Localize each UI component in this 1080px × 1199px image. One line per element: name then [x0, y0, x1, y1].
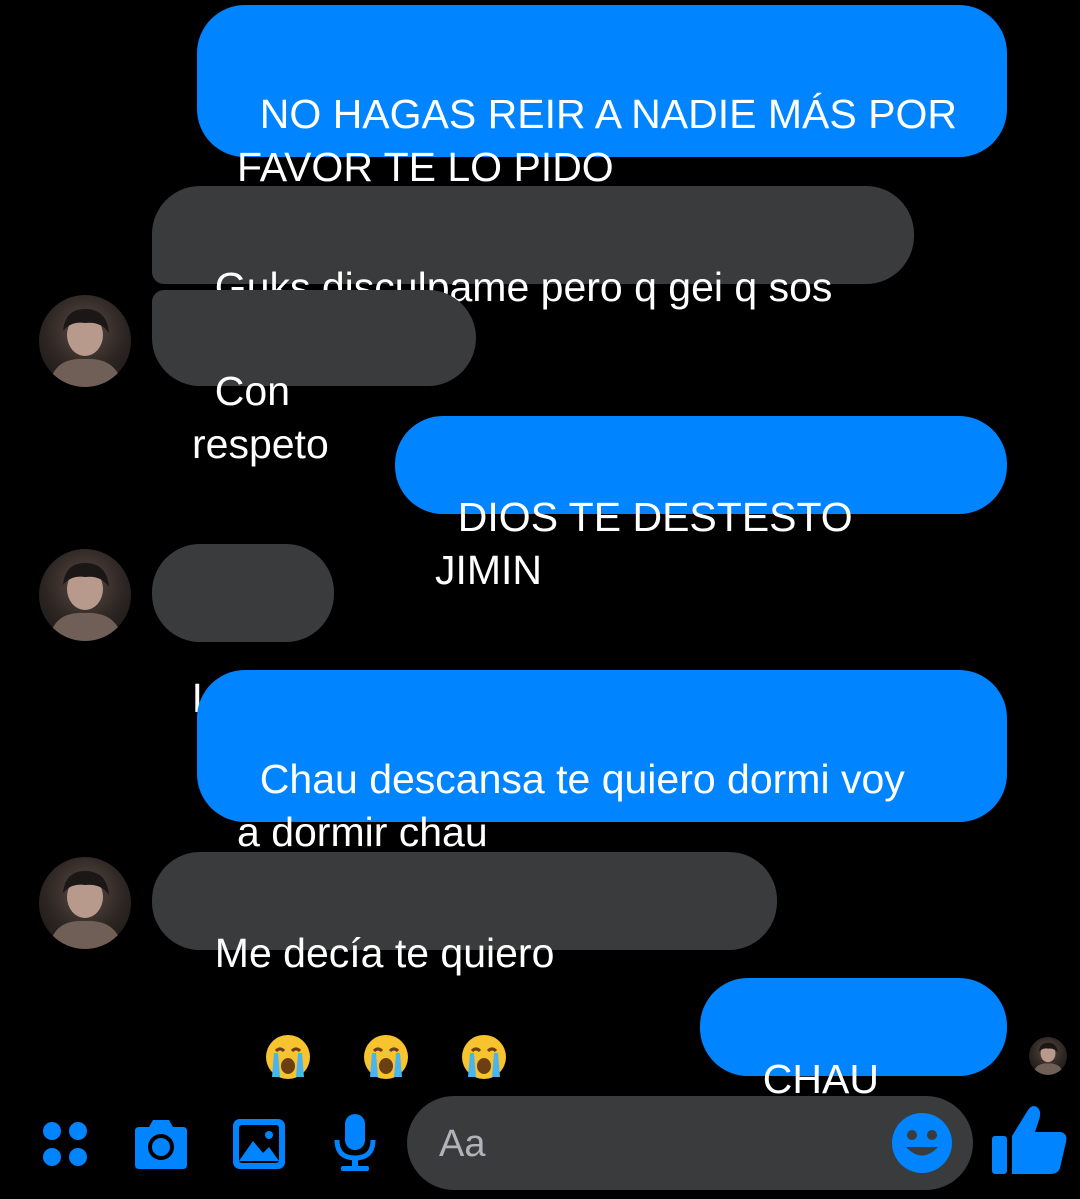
thumbs-up-icon[interactable]: [990, 1102, 1068, 1181]
message-text: Con respeto: [192, 368, 329, 467]
avatar-photo: [1033, 1042, 1064, 1075]
camera-icon[interactable]: [131, 1117, 191, 1176]
message-bubble-received[interactable]: Con respeto: [152, 290, 476, 467]
avatar-photo: [49, 309, 123, 387]
message-bubble-received[interactable]: Guks disculpame pero q gei q sos: [152, 186, 914, 310]
menu-grid-icon[interactable]: [40, 1119, 90, 1174]
contact-avatar[interactable]: [39, 857, 131, 949]
contact-avatar[interactable]: [39, 549, 131, 641]
seen-receipt-avatar: [1029, 1037, 1067, 1075]
message-bubble-sent[interactable]: CHAU DIJE: [700, 978, 1007, 1155]
message-composer[interactable]: [407, 1096, 973, 1190]
message-input[interactable]: [437, 1118, 881, 1170]
contact-avatar[interactable]: [39, 295, 131, 387]
avatar-photo: [49, 563, 123, 641]
message-bubble-received[interactable]: Lloro: [152, 544, 334, 721]
message-text: DIOS TE DESTESTO JIMIN: [435, 494, 865, 593]
gallery-icon[interactable]: [231, 1117, 287, 1176]
message-bubble-sent[interactable]: DIOS TE DESTESTO JIMIN: [395, 416, 1007, 593]
message-bubble-sent[interactable]: NO HAGAS REIR A NADIE MÁS POR FAVOR TE L…: [197, 5, 1007, 190]
message-text: NO HAGAS REIR A NADIE MÁS POR FAVOR TE L…: [237, 91, 957, 190]
message-text: Me decía te quiero: [214, 930, 555, 976]
message-text: Chau descansa te quiero dormi voy a dorm…: [237, 756, 905, 855]
message-bubble-sent[interactable]: Chau descansa te quiero dormi voy a dorm…: [197, 670, 1007, 855]
message-bubble-received[interactable]: Me decía te quiero: [152, 852, 777, 1079]
avatar-photo: [49, 871, 123, 949]
emoji-icon[interactable]: [891, 1112, 953, 1179]
microphone-icon[interactable]: [333, 1112, 377, 1179]
